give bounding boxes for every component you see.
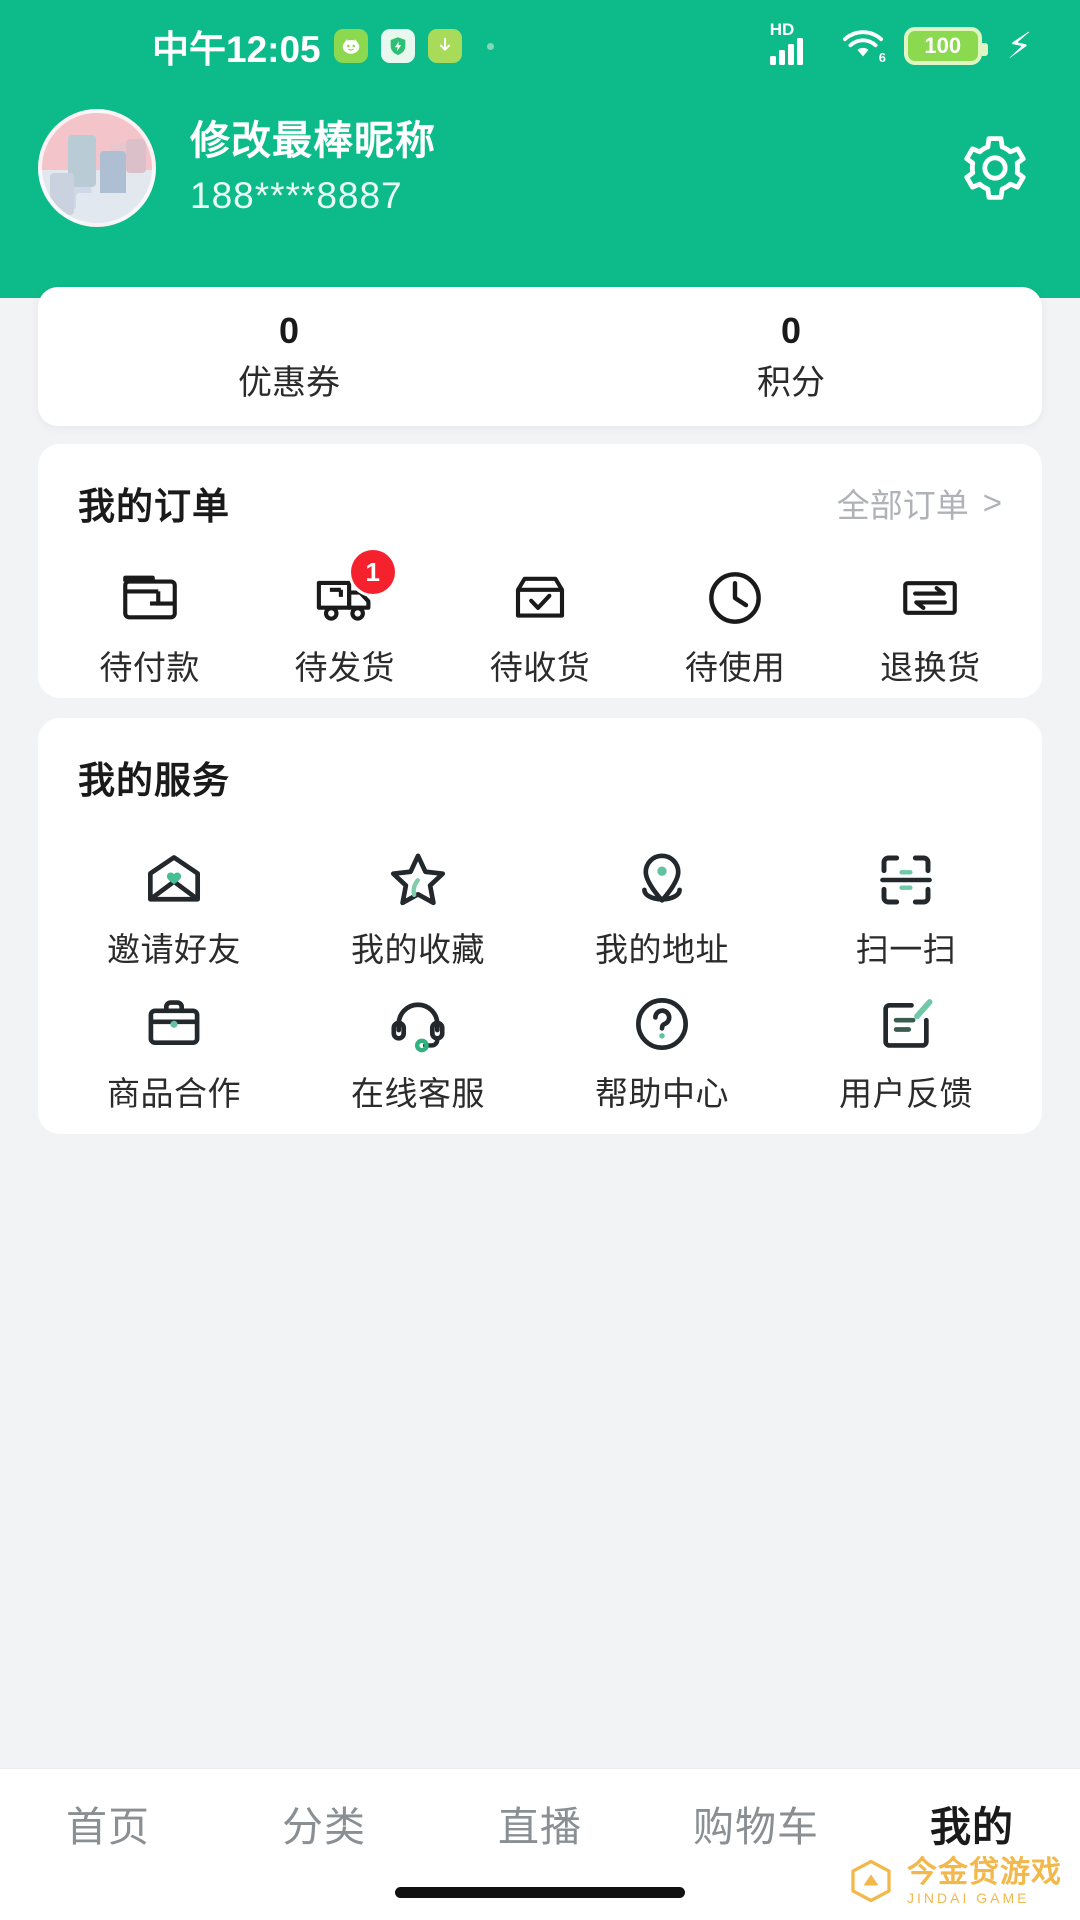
status-time: 中午12:05	[152, 29, 321, 70]
service-label: 用户反馈	[839, 1075, 973, 1113]
feedback-edit-icon	[784, 990, 1028, 1058]
truck-icon: 1	[247, 550, 442, 632]
watermark-sub: JINDAI GAME	[907, 1890, 1030, 1907]
all-orders-link[interactable]: 全部订单 >	[837, 479, 1002, 527]
service-label: 我的地址	[595, 931, 729, 968]
order-item-pending-shipment[interactable]: 1 待发货	[247, 550, 442, 686]
avatar[interactable]	[38, 109, 156, 227]
watermark-text: 今金贷游戏 JINDAI GAME	[907, 1857, 1062, 1906]
order-item-returns[interactable]: 退换货	[833, 564, 1028, 686]
orders-card: 我的订单 全部订单 > 待付款 1 待发货 待收货 待使用 退换货	[38, 444, 1042, 698]
profile-header: 中午12:05 HD 6 100 ⚡ 修改最棒昵称 188****8887	[0, 0, 1080, 298]
gear-icon	[964, 136, 1026, 200]
star-icon	[296, 846, 540, 914]
service-item-address[interactable]: 我的地址	[540, 846, 784, 968]
home-indicator	[395, 1887, 685, 1898]
service-item-invite-friends[interactable]: 邀请好友	[52, 846, 296, 968]
charging-bolt-icon: ⚡	[1006, 25, 1032, 66]
profile-row: 修改最棒昵称 188****8887	[0, 104, 1080, 232]
hd-label: HD	[769, 20, 795, 39]
tab-live[interactable]: 直播	[432, 1793, 648, 1853]
service-item-cooperation[interactable]: 商品合作	[52, 990, 296, 1112]
service-label: 帮助中心	[595, 1075, 729, 1113]
order-badge: 1	[350, 550, 395, 594]
tab-label: 直播	[498, 1804, 582, 1850]
service-label: 商品合作	[107, 1075, 241, 1113]
nickname[interactable]: 修改最棒昵称	[190, 116, 436, 166]
phone-number: 188****8887	[190, 174, 403, 216]
box-check-icon	[442, 564, 637, 632]
order-label: 待付款	[99, 649, 200, 686]
coupon-count: 0	[278, 310, 300, 351]
status-bar-left: 中午12:05	[152, 19, 494, 73]
briefcase-icon	[52, 990, 296, 1058]
order-label: 待使用	[684, 649, 786, 686]
coupon-label: 优惠券	[238, 363, 340, 402]
watermark: 今金贷游戏 JINDAI GAME	[847, 1857, 1062, 1906]
envelope-heart-icon	[52, 846, 296, 914]
service-label: 邀请好友	[107, 931, 241, 968]
order-item-pending-use[interactable]: 待使用	[638, 564, 833, 686]
scan-qr-icon	[784, 846, 1028, 914]
service-label: 在线客服	[351, 1075, 485, 1113]
notification-dot-icon	[486, 42, 494, 50]
wifi-icon: 6	[839, 27, 887, 65]
signal-bars-icon: HD	[769, 21, 822, 65]
orders-card-header: 我的订单 全部订单 >	[38, 444, 1042, 530]
download-chip-icon	[427, 29, 462, 63]
stat-coupons[interactable]: 0 优惠券	[38, 311, 540, 402]
order-label: 退换货	[880, 649, 981, 686]
tab-category[interactable]: 分类	[216, 1793, 432, 1853]
services-grid: 邀请好友 我的收藏 我的地址 扫一扫 商品合作 在线客服 帮助中心 用户反馈	[38, 804, 1042, 1135]
orders-grid: 待付款 1 待发货 待收货 待使用 退换货	[38, 530, 1042, 686]
tab-label: 购物车	[693, 1804, 819, 1850]
service-item-help-center[interactable]: 帮助中心	[540, 990, 784, 1112]
points-count: 0	[780, 310, 802, 351]
watermark-main: 今金贷游戏	[907, 1855, 1062, 1889]
wifi-gen-label: 6	[878, 50, 885, 65]
tab-home[interactable]: 首页	[0, 1793, 216, 1853]
settings-button[interactable]	[958, 131, 1032, 205]
tab-label: 我的	[930, 1804, 1014, 1850]
tab-cart[interactable]: 购物车	[648, 1793, 864, 1853]
battery-icon: 100	[903, 27, 988, 65]
tab-label: 分类	[282, 1804, 366, 1850]
orders-title: 我的订单	[78, 486, 230, 527]
tab-mine[interactable]: 我的	[864, 1793, 1080, 1853]
wallet-icon	[52, 564, 247, 632]
all-orders-label: 全部订单	[836, 487, 969, 524]
service-item-customer-service[interactable]: 在线客服	[296, 990, 540, 1112]
watermark-logo-icon	[851, 1860, 891, 1903]
order-label: 待发货	[294, 649, 396, 686]
stat-points[interactable]: 0 积分	[540, 311, 1042, 402]
service-label: 我的收藏	[351, 931, 485, 968]
battery-level: 100	[924, 33, 962, 58]
services-card-header: 我的服务	[38, 718, 1042, 804]
tab-label: 首页	[66, 1804, 150, 1850]
order-item-pending-payment[interactable]: 待付款	[52, 564, 247, 686]
points-label: 积分	[757, 363, 825, 402]
order-item-pending-receipt[interactable]: 待收货	[442, 564, 637, 686]
location-pin-icon	[540, 846, 784, 914]
status-bar-right: HD 6 100 ⚡	[769, 21, 1032, 66]
stats-card: 0 优惠券 0 积分	[38, 287, 1042, 426]
status-bar: 中午12:05 HD 6 100 ⚡	[0, 0, 1080, 92]
question-circle-icon	[540, 990, 784, 1058]
services-title: 我的服务	[78, 760, 230, 801]
clock-icon	[638, 564, 833, 632]
service-item-scan[interactable]: 扫一扫	[784, 846, 1028, 968]
exchange-icon	[833, 564, 1028, 632]
chevron-right-icon: >	[982, 484, 1002, 521]
shield-chip-icon	[380, 29, 415, 63]
service-label: 扫一扫	[855, 931, 957, 968]
profile-info: 修改最棒昵称 188****8887	[190, 116, 436, 220]
service-item-feedback[interactable]: 用户反馈	[784, 990, 1028, 1112]
order-label: 待收货	[489, 649, 591, 686]
services-card: 我的服务 邀请好友 我的收藏 我的地址 扫一扫 商品合作 在线客服 帮助中心 用…	[38, 718, 1042, 1134]
service-item-favorites[interactable]: 我的收藏	[296, 846, 540, 968]
headset-icon	[296, 990, 540, 1058]
smiley-chip-icon	[333, 29, 368, 63]
